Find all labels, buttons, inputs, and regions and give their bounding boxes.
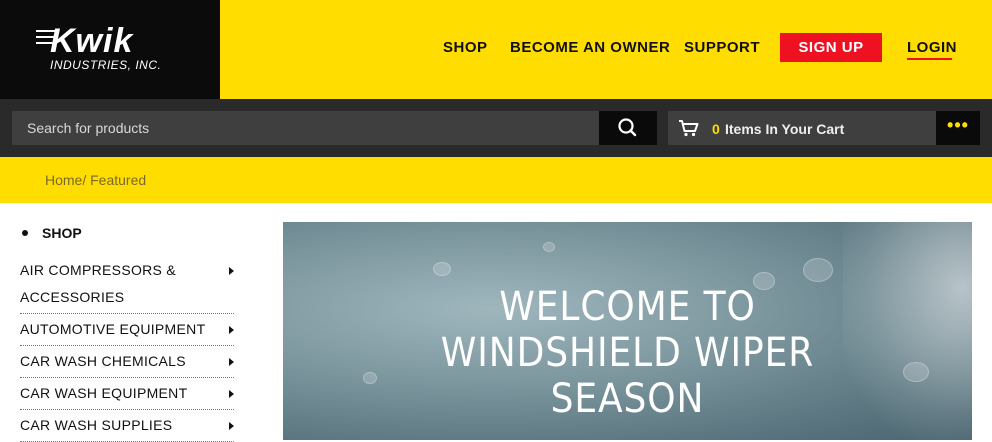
search-button[interactable] [599,111,657,145]
sidebar-heading: SHOP [20,225,234,245]
category-sidebar: SHOP AIR COMPRESSORS & ACCESSORIES AUTOM… [20,225,234,442]
breadcrumb[interactable]: Home/ Featured [45,172,146,188]
signup-button[interactable]: SIGN UP [780,33,882,62]
login-underline [907,58,952,60]
search-icon [618,118,637,137]
sidebar-item-car-wash-chemicals[interactable]: CAR WASH CHEMICALS [20,346,234,378]
sidebar-heading-label: SHOP [42,225,82,241]
breadcrumb-bar: Home/ Featured [0,157,992,203]
cart-icon [679,120,699,137]
sidebar-item-label: AIR COMPRESSORS & ACCESSORIES [20,262,177,305]
cart-label: Items In Your Cart [725,121,845,137]
nav-login[interactable]: LOGIN [907,39,957,56]
sidebar-item-label: CAR WASH SUPPLIES [20,417,173,433]
site-header: Kwik INDUSTRIES, INC. SHOP BECOME AN OWN… [0,0,992,99]
hero-title-line: WELCOME TO [499,284,756,330]
main-nav: SHOP BECOME AN OWNER SUPPORT SIGN UP LOG… [0,0,992,99]
sidebar-item-label: AUTOMOTIVE EQUIPMENT [20,321,206,337]
sidebar-item-label: CAR WASH EQUIPMENT [20,385,188,401]
raindrop-decoration [803,258,833,282]
hero-title: WELCOME TO WINDSHIELD WIPER SEASON [283,284,972,422]
search-bar-row: 0 Items In Your Cart ••• [0,99,992,157]
bullet-icon [22,230,28,236]
hero-title-line: WINDSHIELD WIPER [440,330,815,376]
raindrop-decoration [433,262,451,276]
chevron-right-icon [229,422,234,430]
chevron-right-icon [229,358,234,366]
sidebar-item-label: CAR WASH CHEMICALS [20,353,186,369]
sidebar-item-car-wash-equipment[interactable]: CAR WASH EQUIPMENT [20,378,234,410]
nav-become-owner[interactable]: BECOME AN OWNER [510,39,670,56]
chevron-right-icon [229,267,234,275]
chevron-right-icon [229,390,234,398]
nav-shop[interactable]: SHOP [443,39,488,56]
hero-banner[interactable]: WELCOME TO WINDSHIELD WIPER SEASON [283,222,972,440]
hero-title-line: SEASON [550,376,705,422]
more-menu-button[interactable]: ••• [936,111,980,145]
search-input[interactable] [12,111,600,145]
nav-support[interactable]: SUPPORT [684,39,760,56]
cart-count: 0 [712,121,720,137]
chevron-right-icon [229,326,234,334]
cart-button[interactable]: 0 Items In Your Cart [668,111,936,145]
sidebar-item-air-compressors[interactable]: AIR COMPRESSORS & ACCESSORIES [20,255,234,314]
sidebar-item-car-wash-supplies[interactable]: CAR WASH SUPPLIES [20,410,234,442]
raindrop-decoration [543,242,555,252]
sidebar-item-automotive-equipment[interactable]: AUTOMOTIVE EQUIPMENT [20,314,234,346]
